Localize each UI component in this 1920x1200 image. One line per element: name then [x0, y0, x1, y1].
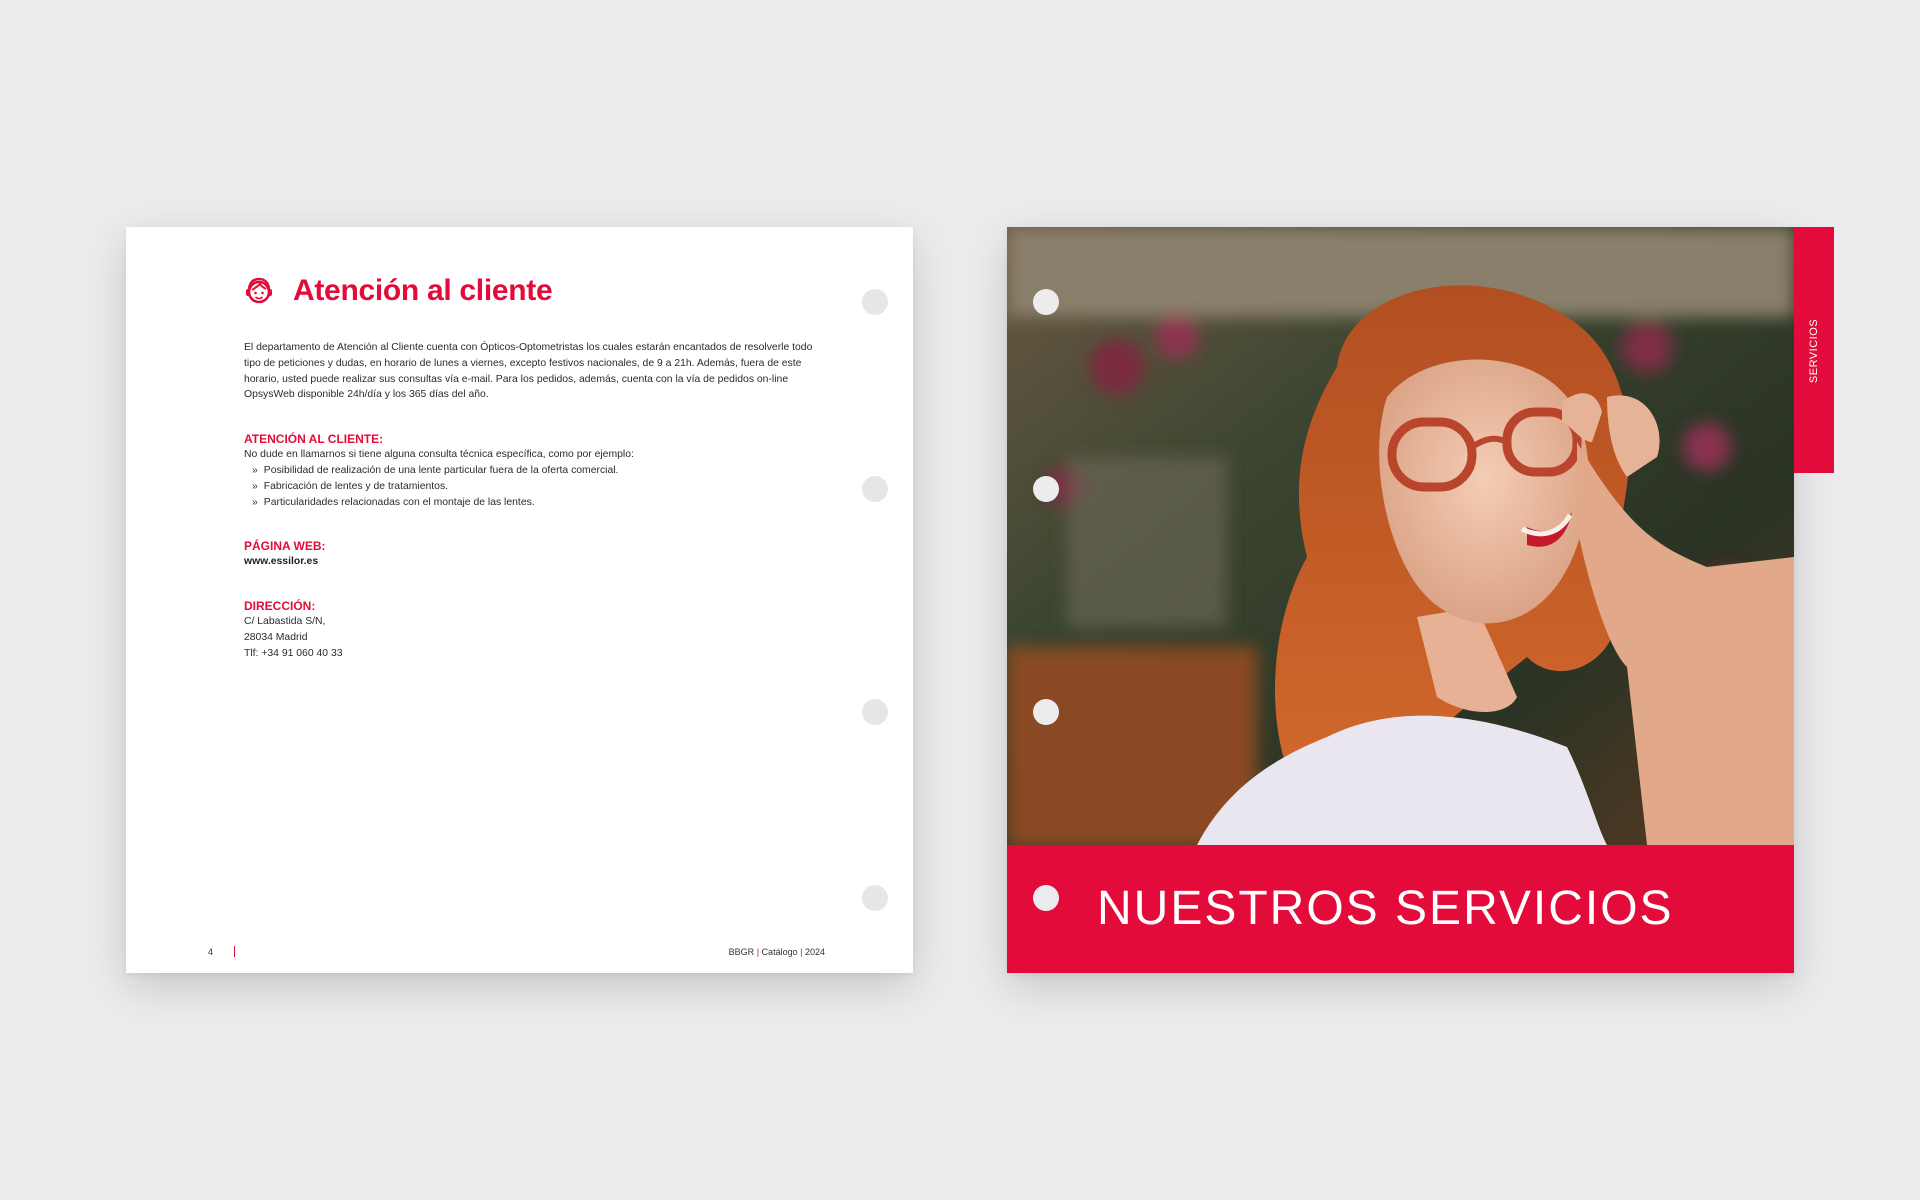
address-line: 28034 Madrid [244, 631, 308, 643]
binder-hole [1033, 699, 1059, 725]
address-line: C/ Labastida S/N, [244, 616, 326, 628]
woman-with-glasses-photo [1007, 227, 1794, 845]
right-page: NUESTROS SERVICIOS [1007, 227, 1794, 973]
attention-section: ATENCIÓN AL CLIENTE: No dude en llamarno… [244, 431, 829, 510]
binder-hole [862, 476, 888, 502]
attention-list: » Posibilidad de realización de una lente… [244, 463, 829, 510]
list-item-text: Fabricación de lentes y de tratamientos. [263, 480, 449, 492]
title-banner: NUESTROS SERVICIOS [1007, 845, 1794, 973]
banner-title: NUESTROS SERVICIOS [1097, 882, 1674, 935]
left-page: Atención al cliente El departamento de A… [126, 227, 913, 973]
footer-doc: Catálogo [761, 947, 798, 957]
tab-label: SERVICIOS [1808, 318, 1820, 384]
list-item: » Posibilidad de realización de una lente… [252, 463, 829, 479]
web-link[interactable]: www.essilor.es [244, 554, 829, 570]
bullet-mark: » [252, 480, 258, 492]
footer-separator: | [800, 947, 803, 957]
footer-credit: BBGR | Catálogo | 2024 [729, 947, 825, 957]
title-row: Atención al cliente [243, 274, 553, 308]
intro-paragraph: El departamento de Atención al Cliente c… [244, 342, 813, 401]
binder-hole [862, 885, 888, 911]
binder-hole [1033, 289, 1059, 315]
list-item-text: Posibilidad de realización de una lente … [263, 464, 619, 476]
attention-heading: ATENCIÓN AL CLIENTE: [244, 432, 384, 447]
footer-brand: BBGR [728, 947, 755, 957]
list-item: » Fabricación de lentes y de tratamientos… [252, 479, 829, 495]
headset-agent-icon [246, 277, 272, 304]
footer-year: 2024 [804, 947, 825, 957]
list-item-text: Particularidades relacionadas con el mon… [263, 496, 535, 508]
address-section: DIRECCIÓN: C/ Labastida S/N, 28034 Madri… [244, 598, 829, 661]
page-title: Atención al cliente [293, 274, 553, 307]
bullet-mark: » [252, 496, 258, 508]
binder-hole [1033, 885, 1059, 911]
footer-separator: | [756, 947, 760, 957]
address-phone: Tlf: +34 91 060 40 33 [244, 647, 343, 659]
web-section: PÁGINA WEB: www.essilor.es [244, 538, 829, 570]
binder-hole [1033, 476, 1059, 502]
binder-hole [862, 289, 888, 315]
page-number: 4 [208, 947, 214, 957]
list-item: » Particularidades relacionadas con el mo… [252, 495, 829, 511]
section-tab[interactable]: SERVICIOS [1794, 227, 1834, 473]
address-heading: DIRECCIÓN: [244, 599, 316, 614]
footer-divider [234, 946, 235, 957]
content: El departamento de Atención al Cliente c… [244, 340, 829, 662]
bullet-mark: » [252, 464, 258, 476]
binder-hole [862, 699, 888, 725]
web-heading: PÁGINA WEB: [244, 539, 326, 554]
attention-lead: No dude en llamarnos si tiene alguna con… [244, 449, 634, 461]
